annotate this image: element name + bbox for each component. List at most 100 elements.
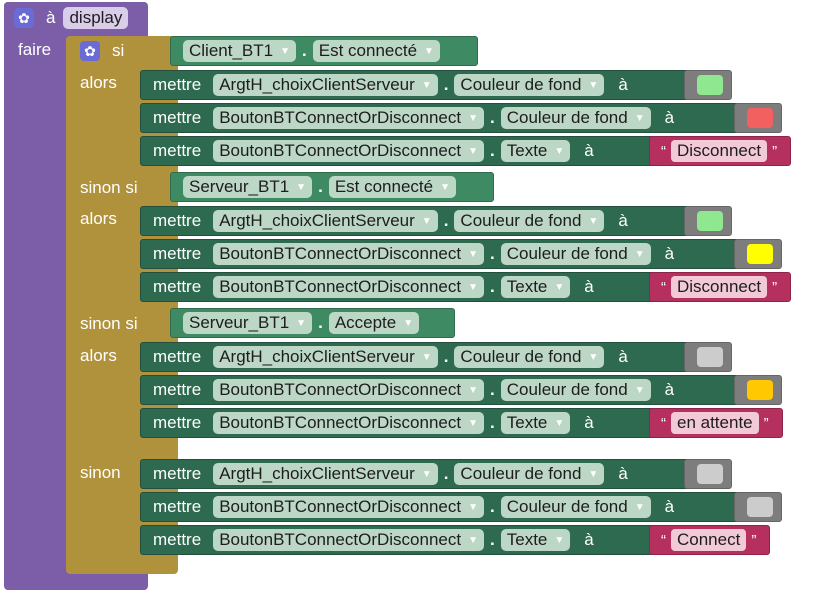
set-property-block[interactable]: mettre ArgtH_choixClientServeur ▼. Couleur … <box>140 70 690 100</box>
chevron-down-icon: ▼ <box>634 248 645 260</box>
color-value-block[interactable] <box>734 492 782 522</box>
to-label: à <box>664 108 675 127</box>
text-value-block[interactable]: “ Disconnect” <box>649 136 792 166</box>
setter-property-dropdown[interactable]: Couleur de fond ▼ <box>454 463 605 485</box>
elseif-label-2: sinon si <box>80 314 138 333</box>
setter-property-dropdown[interactable]: Texte ▼ <box>500 276 571 298</box>
color-swatch[interactable] <box>747 108 773 128</box>
setter-property-dropdown[interactable]: Couleur de fond ▼ <box>454 210 605 232</box>
color-swatch[interactable] <box>697 464 723 484</box>
condition-getter-2[interactable]: Serveur_BT1 ▼ . Est connecté ▼ <box>170 172 494 202</box>
condition-property-dropdown[interactable]: Est connecté ▼ <box>328 176 456 198</box>
chevron-down-icon: ▼ <box>468 112 478 124</box>
setter-property-dropdown[interactable]: Couleur de fond ▼ <box>454 346 605 368</box>
dot-separator: . <box>490 530 495 549</box>
setter-component-label: ArgtH_choixClientServeur <box>219 464 415 483</box>
chevron-down-icon: ▼ <box>421 79 432 91</box>
setter-component-dropdown[interactable]: ArgtH_choixClientServeur ▼ <box>213 346 438 368</box>
set-property-block[interactable]: mettre BoutonBTConnectOrDisconnect ▼. Texte… <box>140 408 655 438</box>
chevron-down-icon: ▼ <box>296 317 307 329</box>
set-property-block[interactable]: mettre BoutonBTConnectOrDisconnect ▼. Texte… <box>140 525 655 555</box>
setter-property-dropdown[interactable]: Texte ▼ <box>500 529 571 551</box>
set-property-block[interactable]: mettre BoutonBTConnectOrDisconnect ▼. Coule… <box>140 492 740 522</box>
text-value-block[interactable]: “ Disconnect” <box>649 272 792 302</box>
condition-component-dropdown[interactable]: Serveur_BT1 ▼ <box>183 176 313 198</box>
setter-component-label: ArgtH_choixClientServeur <box>219 347 415 366</box>
to-label: à <box>584 141 594 160</box>
open-quote: “ <box>661 278 666 296</box>
color-value-block[interactable] <box>734 103 782 133</box>
setter-component-dropdown[interactable]: BoutonBTConnectOrDisconnect ▼ <box>213 243 484 265</box>
setter-component-dropdown[interactable]: ArgtH_choixClientServeur ▼ <box>213 210 438 232</box>
procedure-name-field[interactable]: display <box>63 7 129 29</box>
condition-property-dropdown[interactable]: Est connecté ▼ <box>312 40 440 62</box>
color-value-block[interactable] <box>684 459 732 489</box>
set-property-block[interactable]: mettre ArgtH_choixClientServeur ▼. Couleur … <box>140 206 690 236</box>
setter-property-dropdown[interactable]: Couleur de fond ▼ <box>500 107 651 129</box>
procedure-header-row: ✿ à display <box>14 7 129 29</box>
color-value-block[interactable] <box>734 375 782 405</box>
setter-component-dropdown[interactable]: BoutonBTConnectOrDisconnect ▼ <box>213 379 484 401</box>
color-swatch[interactable] <box>747 380 773 400</box>
open-quote: “ <box>661 142 666 160</box>
color-value-block[interactable] <box>684 342 732 372</box>
condition-getter-3[interactable]: Serveur_BT1 ▼ . Accepte ▼ <box>170 308 455 338</box>
setter-component-dropdown[interactable]: BoutonBTConnectOrDisconnect ▼ <box>213 107 484 129</box>
set-property-block[interactable]: mettre BoutonBTConnectOrDisconnect ▼. Coule… <box>140 239 740 269</box>
setter-property-dropdown[interactable]: Couleur de fond ▼ <box>500 243 651 265</box>
setter-component-label: BoutonBTConnectOrDisconnect <box>219 141 462 160</box>
color-swatch[interactable] <box>697 75 723 95</box>
color-swatch[interactable] <box>697 347 723 367</box>
setter-component-label: BoutonBTConnectOrDisconnect <box>219 380 462 399</box>
color-value-block[interactable] <box>684 70 732 100</box>
setter-property-dropdown[interactable]: Texte ▼ <box>500 140 571 162</box>
condition-getter-1[interactable]: Client_BT1 ▼ . Est connecté ▼ <box>170 36 478 66</box>
color-swatch[interactable] <box>747 244 773 264</box>
setter-property-label: Couleur de fond <box>506 380 628 399</box>
setter-component-dropdown[interactable]: BoutonBTConnectOrDisconnect ▼ <box>213 529 484 551</box>
text-value-block[interactable]: “ en attente” <box>649 408 783 438</box>
setter-component-dropdown[interactable]: ArgtH_choixClientServeur ▼ <box>213 463 438 485</box>
chevron-down-icon: ▼ <box>588 215 599 227</box>
dot-separator: . <box>490 277 495 296</box>
text-value-field[interactable]: Disconnect <box>671 276 768 298</box>
set-label: mettre <box>153 464 202 483</box>
chevron-down-icon: ▼ <box>440 181 450 193</box>
set-property-block[interactable]: mettre BoutonBTConnectOrDisconnect ▼. Texte… <box>140 136 655 166</box>
set-property-block[interactable]: mettre ArgtH_choixClientServeur ▼. Couleur … <box>140 459 690 489</box>
dot-separator: . <box>443 75 449 94</box>
color-value-block[interactable] <box>684 206 732 236</box>
set-property-block[interactable]: mettre BoutonBTConnectOrDisconnect ▼. Coule… <box>140 103 740 133</box>
setter-component-dropdown[interactable]: BoutonBTConnectOrDisconnect ▼ <box>213 496 484 518</box>
setter-property-dropdown[interactable]: Texte ▼ <box>500 412 571 434</box>
text-value-block[interactable]: “ Connect” <box>649 525 771 555</box>
condition-property-dropdown[interactable]: Accepte ▼ <box>328 312 420 334</box>
if-label: si <box>112 41 125 60</box>
gear-icon[interactable]: ✿ <box>14 8 34 28</box>
text-value-field[interactable]: en attente <box>671 412 759 434</box>
text-value-field[interactable]: Disconnect <box>671 140 768 162</box>
setter-component-dropdown[interactable]: BoutonBTConnectOrDisconnect ▼ <box>213 276 484 298</box>
gear-icon[interactable]: ✿ <box>80 41 100 61</box>
condition-component-dropdown[interactable]: Serveur_BT1 ▼ <box>183 312 313 334</box>
condition-component-dropdown[interactable]: Client_BT1 ▼ <box>183 40 297 62</box>
setter-property-dropdown[interactable]: Couleur de fond ▼ <box>454 74 605 96</box>
color-swatch[interactable] <box>747 497 773 517</box>
setter-property-dropdown[interactable]: Couleur de fond ▼ <box>500 496 651 518</box>
setter-component-dropdown[interactable]: BoutonBTConnectOrDisconnect ▼ <box>213 412 484 434</box>
setter-property-dropdown[interactable]: Couleur de fond ▼ <box>500 379 651 401</box>
setter-component-dropdown[interactable]: BoutonBTConnectOrDisconnect ▼ <box>213 140 484 162</box>
chevron-down-icon: ▼ <box>421 215 432 227</box>
set-property-block[interactable]: mettre ArgtH_choixClientServeur ▼. Couleur … <box>140 342 690 372</box>
color-value-block[interactable] <box>734 239 782 269</box>
setter-property-label: Couleur de fond <box>460 211 582 230</box>
chevron-down-icon: ▼ <box>554 145 565 157</box>
setter-component-dropdown[interactable]: ArgtH_choixClientServeur ▼ <box>213 74 438 96</box>
chevron-down-icon: ▼ <box>468 384 478 396</box>
chevron-down-icon: ▼ <box>588 351 599 363</box>
chevron-down-icon: ▼ <box>468 248 478 260</box>
set-property-block[interactable]: mettre BoutonBTConnectOrDisconnect ▼. Coule… <box>140 375 740 405</box>
text-value-field[interactable]: Connect <box>671 529 747 551</box>
set-property-block[interactable]: mettre BoutonBTConnectOrDisconnect ▼. Texte… <box>140 272 655 302</box>
color-swatch[interactable] <box>697 211 723 231</box>
